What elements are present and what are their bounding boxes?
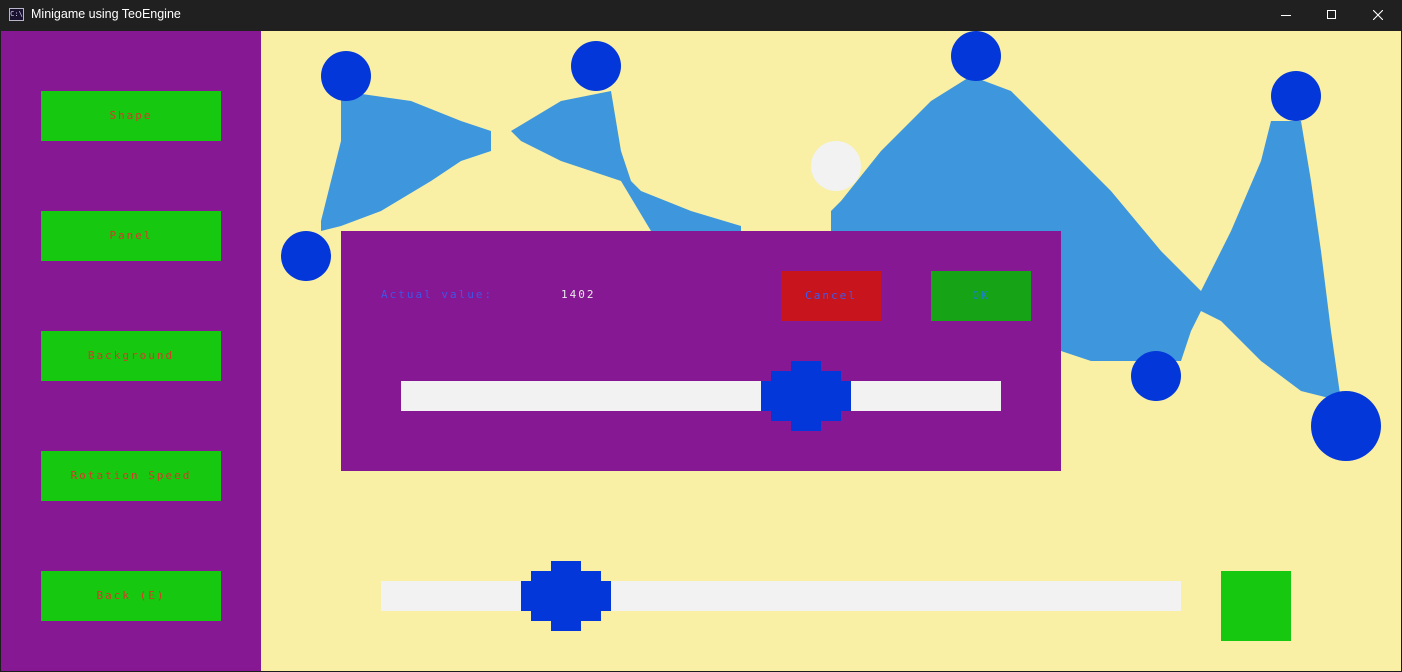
minimize-button[interactable] <box>1263 0 1309 31</box>
center-dot <box>811 141 861 191</box>
vertex-dot[interactable] <box>571 41 621 91</box>
maximize-button[interactable] <box>1309 0 1355 31</box>
ok-button[interactable]: OK <box>931 271 1031 321</box>
actual-value-label: Actual value: <box>381 288 494 301</box>
cancel-button[interactable]: Cancel <box>781 271 881 321</box>
main-slider-track[interactable] <box>381 581 1181 611</box>
vertex-dot[interactable] <box>951 31 1001 81</box>
vertex-dot[interactable] <box>1311 391 1381 461</box>
dialog-slider-handle[interactable] <box>761 361 851 431</box>
back-button[interactable]: Back (E) <box>41 571 221 621</box>
rotation-speed-button[interactable]: Rotation Speed <box>41 451 221 501</box>
vertex-dot[interactable] <box>1271 71 1321 121</box>
minimize-icon <box>1281 15 1291 16</box>
game-canvas: Shape Panel Background Rotation Speed Ba… <box>1 31 1401 671</box>
sidebar: Shape Panel Background Rotation Speed Ba… <box>1 31 261 671</box>
maximize-icon <box>1327 10 1336 19</box>
vertex-dot[interactable] <box>321 51 371 101</box>
value-dialog: Actual value: 1402 Cancel OK <box>341 231 1061 471</box>
close-icon <box>1373 10 1383 20</box>
panel-button[interactable]: Panel <box>41 211 221 261</box>
title-bar[interactable]: C:\ Minigame using TeoEngine <box>0 0 1402 31</box>
shape-triangle-left <box>321 91 491 231</box>
main-slider-handle[interactable] <box>521 561 611 631</box>
actual-value: 1402 <box>561 288 596 301</box>
shape-triangle-mid <box>511 91 741 231</box>
app-icon: C:\ <box>9 8 24 21</box>
vertex-dot[interactable] <box>1131 351 1181 401</box>
close-button[interactable] <box>1355 0 1401 31</box>
color-preview-swatch[interactable] <box>1221 571 1291 641</box>
shape-button[interactable]: Shape <box>41 91 221 141</box>
vertex-dot[interactable] <box>281 231 331 281</box>
window-title: Minigame using TeoEngine <box>31 7 181 21</box>
dialog-slider-track[interactable] <box>401 381 1001 411</box>
background-button[interactable]: Background <box>41 331 221 381</box>
